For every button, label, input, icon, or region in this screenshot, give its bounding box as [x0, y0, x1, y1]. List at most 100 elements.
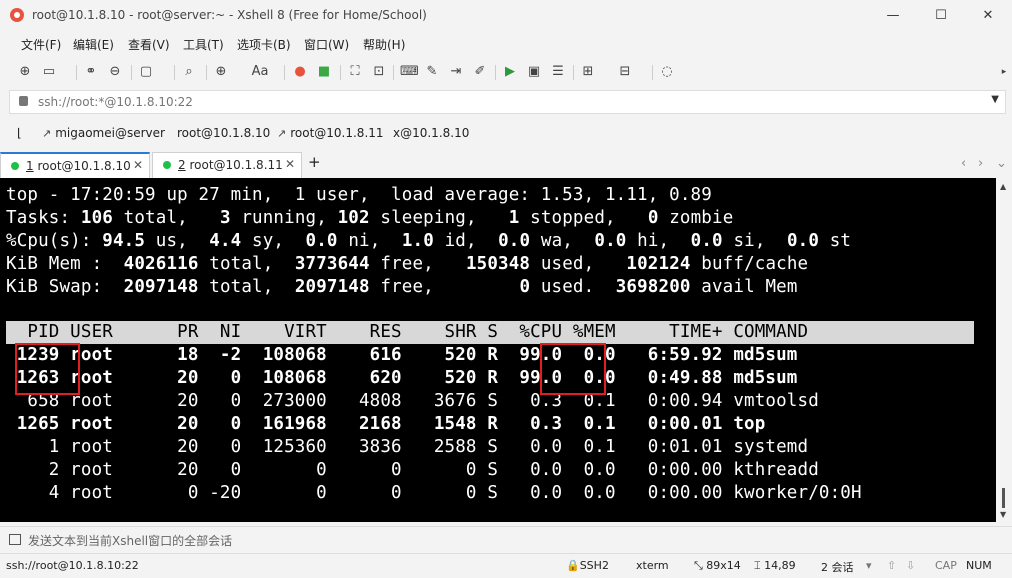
scroll-down-arrow-icon[interactable]: ⇩: [906, 559, 915, 572]
tab-label: 1 root@10.1.8.10: [26, 159, 131, 173]
link-x-10-1-8-10[interactable]: x@10.1.8.10: [393, 126, 469, 140]
toolbar-divider: [573, 65, 574, 80]
tab-close-icon[interactable]: ✕: [285, 157, 295, 171]
pid-highlight-box: [15, 343, 80, 395]
status-cursor: ⌶ 14,89: [754, 559, 796, 572]
scroll-up-icon[interactable]: ▲: [1000, 182, 1006, 191]
toolbar: ⊕ ▭ ⚭ ⊖ ▢ ⌕ ⊕ Aa ● ■ ⛶ ⊡ ⌨ ✎ ⇥ ✐ ▶ ▣ ☰ ⊞…: [0, 58, 1012, 86]
help-icon[interactable]: ◌: [659, 64, 675, 80]
font-button[interactable]: Aa: [250, 64, 270, 80]
maximize-button[interactable]: ☐: [930, 6, 952, 26]
address-dropdown-icon[interactable]: ▼: [991, 94, 999, 105]
menu-file[interactable]: 文件(F): [21, 36, 61, 53]
new-tab-icon[interactable]: ▢: [138, 64, 154, 80]
find-icon[interactable]: ⌕: [181, 64, 197, 80]
swap-line: KiB Swap: 2097148 total, 2097148 free, 0…: [6, 277, 798, 297]
transfer-icon[interactable]: ⇥: [448, 64, 464, 80]
log-icon[interactable]: ☰: [550, 64, 566, 80]
close-window-button[interactable]: ✕: [977, 6, 999, 26]
connected-status-icon: [163, 161, 171, 169]
add-icon[interactable]: ⊞: [580, 64, 596, 80]
toolbar-divider: [76, 65, 77, 80]
process-row: 1263 root 20 0 108068 620 520 R 99.0 0.0…: [6, 368, 798, 388]
lock-icon: 🔒: [566, 559, 580, 572]
toolbar-divider: [206, 65, 207, 80]
cpu-line: %Cpu(s): 94.5 us, 4.4 sy, 0.0 ni, 1.0 id…: [6, 231, 852, 251]
link-label: root@10.1.8.11: [290, 126, 384, 140]
compose-input[interactable]: 发送文本到当前Xshell窗口的全部会话: [28, 532, 232, 549]
link-label: migaomei@server: [55, 126, 165, 140]
process-row: 1239 root 18 -2 108068 616 520 R 99.0 0.…: [6, 345, 798, 365]
menu-bar: 文件(F) 编辑(E) 查看(V) 工具(T) 选项卡(B) 窗口(W) 帮助(…: [0, 32, 1012, 56]
toolbar-overflow-icon[interactable]: ▸: [996, 64, 1012, 80]
tab-next-icon[interactable]: ›: [978, 156, 983, 171]
address-bar[interactable]: ssh://root:*@10.1.8.10:22 ▼: [9, 90, 1006, 114]
menu-tools[interactable]: 工具(T): [183, 36, 224, 53]
keyboard-icon[interactable]: ⌨: [400, 64, 419, 80]
process-table-header: PID USER PR NI VIRT RES SHR S %CPU %MEM …: [6, 322, 809, 342]
tab-prev-icon[interactable]: ‹: [961, 156, 966, 171]
toolbar-divider: [284, 65, 285, 80]
status-sessions[interactable]: 2 会话: [821, 559, 854, 575]
compose-icon: [9, 534, 21, 545]
link-root-10-1-8-10[interactable]: root@10.1.8.10: [177, 126, 270, 140]
tab-menu-icon[interactable]: ⌄: [996, 156, 1007, 171]
new-tab-button[interactable]: +: [308, 153, 321, 171]
process-row: 1265 root 20 0 161968 2168 1548 R 0.3 0.…: [6, 414, 766, 434]
globe-icon[interactable]: ⊕: [213, 64, 229, 80]
minimize-button[interactable]: —: [882, 6, 904, 26]
menu-view[interactable]: 查看(V): [128, 36, 170, 53]
terminal-scrollbar[interactable]: ▲ ▼: [996, 178, 1012, 522]
link-root-10-1-8-11[interactable]: ↗ root@10.1.8.11: [277, 126, 384, 140]
scroll-down-icon[interactable]: ▼: [1000, 510, 1006, 519]
tab-label: 2 root@10.1.8.11: [178, 158, 283, 172]
xftp-icon[interactable]: ●: [292, 64, 308, 80]
address-value: ssh://root:*@10.1.8.10:22: [38, 95, 193, 109]
lock-icon: [19, 96, 28, 106]
window-title: root@10.1.8.10 - root@server:~ - Xshell …: [32, 8, 427, 22]
tab-bar: 1 root@10.1.8.10 ✕ 2 root@10.1.8.11 ✕: [0, 152, 1012, 178]
script-icon[interactable]: ✐: [472, 64, 488, 80]
sessions-dropdown-icon[interactable]: ▾: [866, 559, 872, 572]
status-size: ⤡ 89x14: [694, 559, 741, 572]
run-icon[interactable]: ▶: [502, 64, 518, 80]
status-connection: ssh://root@10.1.8.10:22: [6, 559, 139, 572]
fullscreen-icon[interactable]: ⛶: [347, 64, 363, 80]
status-term: xterm: [636, 559, 669, 572]
lock-icon[interactable]: ⊡: [371, 64, 387, 80]
cursor-icon: ⌶: [754, 559, 765, 572]
toolbar-divider: [340, 65, 341, 80]
stop-icon[interactable]: ▣: [526, 64, 542, 80]
scroll-up-arrow-icon[interactable]: ⇧: [887, 559, 896, 572]
link-migaomei[interactable]: ↗ migaomei@server: [42, 126, 165, 140]
num-lock-indicator: NUM: [966, 559, 992, 572]
menu-tabs[interactable]: 选项卡(B): [237, 36, 291, 53]
menu-help[interactable]: 帮助(H): [363, 36, 405, 53]
size-icon: ⤡: [694, 559, 707, 572]
open-folder-icon[interactable]: ▭: [41, 64, 57, 80]
tab-session-1[interactable]: 1 root@10.1.8.10 ✕: [0, 152, 150, 178]
terminal-screen[interactable]: top - 17:20:59 up 27 min, 1 user, load a…: [0, 178, 996, 522]
tasks-line: Tasks: 106 total, 3 running, 102 sleepin…: [6, 208, 734, 228]
reconnect-icon[interactable]: ⚭: [83, 64, 99, 80]
process-row: 2 root 20 0 0 0 0 S 0.0 0.0 0:00.00 kthr…: [6, 460, 819, 480]
scrollbar-thumb[interactable]: [1002, 488, 1005, 508]
status-protocol: 🔒SSH2: [566, 559, 609, 572]
menu-window[interactable]: 窗口(W): [304, 36, 349, 53]
tab-session-2[interactable]: 2 root@10.1.8.11 ✕: [152, 152, 302, 178]
layout-icon[interactable]: ⊟: [617, 64, 633, 80]
new-session-icon[interactable]: ⊕: [17, 64, 33, 80]
disconnect-icon[interactable]: ⊖: [107, 64, 123, 80]
top-uptime-line: top - 17:20:59 up 27 min, 1 user, load a…: [6, 185, 712, 205]
compose-bar[interactable]: 发送文本到当前Xshell窗口的全部会话: [0, 526, 1012, 553]
cpu-highlight-box: [540, 343, 606, 395]
links-toggle-icon[interactable]: ⌊: [17, 126, 22, 140]
tab-close-icon[interactable]: ✕: [133, 158, 143, 172]
toolbar-divider: [393, 65, 394, 80]
xmanager-icon[interactable]: ■: [316, 64, 332, 80]
process-row: 1 root 20 0 125360 3836 2588 S 0.0 0.1 0…: [6, 437, 809, 457]
toolbar-divider: [174, 65, 175, 80]
external-link-icon: ↗: [42, 127, 52, 140]
highlight-icon[interactable]: ✎: [424, 64, 440, 80]
menu-edit[interactable]: 编辑(E): [73, 36, 114, 53]
